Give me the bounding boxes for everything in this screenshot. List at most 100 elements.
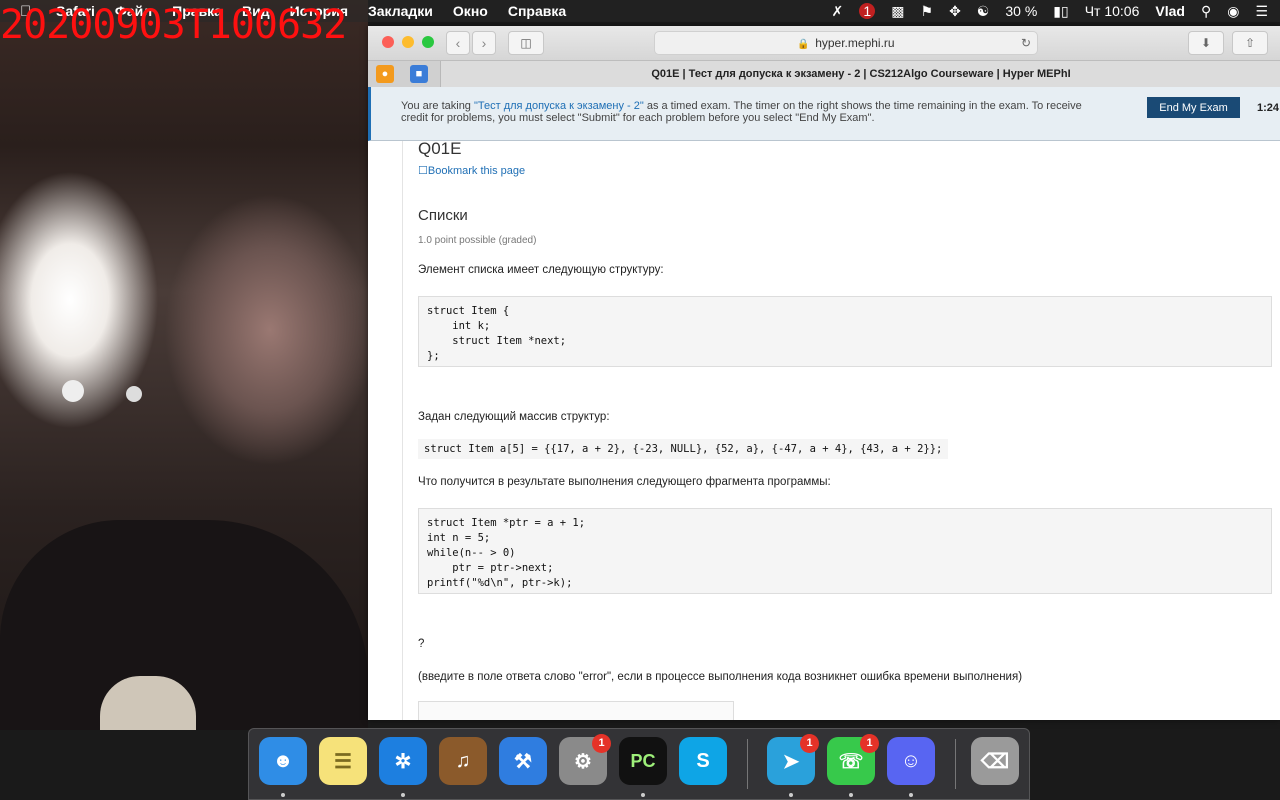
xcode-icon: ⚒ xyxy=(514,750,532,773)
gear-icon: ⚙ xyxy=(574,750,592,773)
minimize-window-button[interactable] xyxy=(402,36,414,48)
running-indicator xyxy=(281,793,285,797)
guitar-icon: ♫ xyxy=(455,749,471,772)
end-my-exam-button[interactable]: End My Exam xyxy=(1147,97,1240,118)
dock-app-trash[interactable]: ⌫ xyxy=(971,737,1019,785)
chevron-left-icon: ‹ xyxy=(455,35,461,51)
dock-app-telegram[interactable]: ➤ 1 xyxy=(767,734,819,785)
chat-icon[interactable]: ▩ xyxy=(891,3,904,20)
sidebar-icon: ◫ xyxy=(520,36,532,50)
dock-app-facetime[interactable]: ☏ 1 xyxy=(827,734,879,785)
dock-app-garageband[interactable]: ♫ xyxy=(439,737,487,785)
webcam-feed xyxy=(0,0,368,730)
array-code: struct Item a[5] = {{17, a + 2}, {-23, N… xyxy=(418,439,949,459)
exam-link[interactable]: "Тест для допуска к экзамену - 2" xyxy=(474,100,644,112)
user-name[interactable]: Vlad xyxy=(1155,3,1185,19)
badge-count: 1 xyxy=(592,734,611,753)
pycharm-icon: PC xyxy=(630,750,656,771)
array-intro-text: Задан следующий массив структур: xyxy=(418,411,610,423)
running-indicator xyxy=(641,793,645,797)
exam-timer: 1:24: xyxy=(1257,102,1280,114)
problem-id: Q01E xyxy=(418,139,462,158)
running-indicator xyxy=(401,793,405,797)
control-center-icon[interactable]: ☰ xyxy=(1255,3,1268,20)
pinned-tab-icon[interactable]: ● xyxy=(376,65,394,83)
back-button[interactable]: ‹ xyxy=(446,31,470,55)
forward-button[interactable]: › xyxy=(472,31,496,55)
notification-badge[interactable]: 1 xyxy=(859,3,876,19)
bookmark-icon: ☐ xyxy=(418,165,428,177)
dock-app-pycharm[interactable]: PC xyxy=(619,737,667,785)
safari-icon: ✲ xyxy=(394,750,412,773)
badge-count: 1 xyxy=(800,734,819,753)
downloads-button[interactable]: ⬇ xyxy=(1188,31,1224,55)
menu-window[interactable]: Окно xyxy=(453,3,488,19)
tools-icon[interactable]: ✗ xyxy=(832,3,844,20)
divider xyxy=(402,141,403,720)
intro-text: Элемент списка имеет следующую структуру… xyxy=(418,264,664,276)
spotlight-icon[interactable]: ⚲ xyxy=(1201,3,1211,20)
reload-icon[interactable]: ↻ xyxy=(1021,32,1031,54)
banner-message: You are taking "Тест для допуска к экзам… xyxy=(401,100,1101,124)
timed-exam-banner: You are taking "Тест для допуска к экзам… xyxy=(368,87,1280,141)
pinned-tab-chat-icon[interactable]: ■ xyxy=(410,65,428,83)
dock: ☻ ☰ ✲ ♫ ⚒ ⚙ 1 PC S ➤ 1 ☏ 1 ☺ ⌫ xyxy=(248,728,1030,800)
tab-bar: ● ■ Q01E | Тест для допуска к экзамену -… xyxy=(368,60,1280,88)
answer-input[interactable] xyxy=(418,701,734,720)
tab-active[interactable]: Q01E | Тест для допуска к экзамену - 2 |… xyxy=(440,61,1280,87)
lock-icon: 🔒 xyxy=(797,39,810,50)
skype-icon: S xyxy=(696,749,710,772)
struct-code-block: struct Item { int k; struct Item *next; … xyxy=(418,296,1272,367)
battery-icon[interactable]: ▮▯ xyxy=(1053,3,1068,20)
flag-icon[interactable]: ⚑ xyxy=(921,3,934,20)
notes-icon: ☰ xyxy=(334,750,352,773)
discord-icon: ☺ xyxy=(900,749,922,772)
problem-content: Q01E ☐Bookmark this page Списки 1.0 poin… xyxy=(368,139,1280,720)
menu-help[interactable]: Справка xyxy=(508,3,566,19)
wifi-icon[interactable]: ☯ xyxy=(977,3,990,20)
background-light xyxy=(126,386,142,402)
dock-app-discord[interactable]: ☺ xyxy=(887,737,935,785)
finder-icon: ☻ xyxy=(272,749,294,772)
bluetooth-icon[interactable]: ✥ xyxy=(949,3,961,20)
bookmark-link[interactable]: ☐Bookmark this page xyxy=(418,164,525,177)
address-bar[interactable]: 🔒 hyper.mephi.ru ↻ xyxy=(654,31,1038,55)
banner-text: You are taking xyxy=(401,100,474,112)
dock-app-system-preferences[interactable]: ⚙ 1 xyxy=(559,734,611,785)
running-indicator xyxy=(849,793,853,797)
sidebar-button[interactable]: ◫ xyxy=(508,31,544,55)
dock-app-xcode[interactable]: ⚒ xyxy=(499,737,547,785)
running-indicator xyxy=(909,793,913,797)
url-text: hyper.mephi.ru xyxy=(815,36,895,50)
dock-app-finder[interactable]: ☻ xyxy=(259,737,307,785)
badge-count: 1 xyxy=(860,734,879,753)
zoom-window-button[interactable] xyxy=(422,36,434,48)
share-button[interactable]: ⇧ xyxy=(1232,31,1268,55)
menu-bookmarks[interactable]: Закладки xyxy=(368,3,433,19)
siri-icon[interactable]: ◉ xyxy=(1227,3,1239,20)
question-mark: ? xyxy=(418,638,425,650)
points-info: 1.0 point possible (graded) xyxy=(418,235,537,246)
trash-icon: ⌫ xyxy=(980,750,1010,773)
bookmark-label: Bookmark this page xyxy=(427,165,526,177)
chevron-right-icon: › xyxy=(481,35,487,51)
clock[interactable]: Чт 10:06 xyxy=(1085,3,1140,19)
dock-app-safari[interactable]: ✲ xyxy=(379,737,427,785)
facetime-icon: ☏ xyxy=(838,750,864,773)
close-window-button[interactable] xyxy=(382,36,394,48)
recording-timestamp: 20200903T100632 xyxy=(0,2,347,48)
background-light xyxy=(62,380,84,402)
question-text: Что получится в результате выполнения сл… xyxy=(418,476,831,488)
problem-title: Списки xyxy=(418,207,468,224)
dock-separator xyxy=(955,739,956,789)
dock-separator xyxy=(747,739,748,789)
answer-note: (введите в поле ответа слово "error", ес… xyxy=(418,671,1023,683)
dock-app-notes[interactable]: ☰ xyxy=(319,737,367,785)
program-code-block: struct Item *ptr = a + 1; int n = 5; whi… xyxy=(418,508,1272,594)
telegram-icon: ➤ xyxy=(782,750,800,773)
toolbar: ‹ › ◫ 🔒 hyper.mephi.ru ↻ ⬇ ⇧ xyxy=(368,26,1280,60)
battery-percent[interactable]: 30 % xyxy=(1005,3,1037,19)
dock-app-skype[interactable]: S xyxy=(679,737,727,785)
safari-window: ‹ › ◫ 🔒 hyper.mephi.ru ↻ ⬇ ⇧ ● ■ Q01E | … xyxy=(368,26,1280,720)
share-icon: ⇧ xyxy=(1244,36,1256,50)
